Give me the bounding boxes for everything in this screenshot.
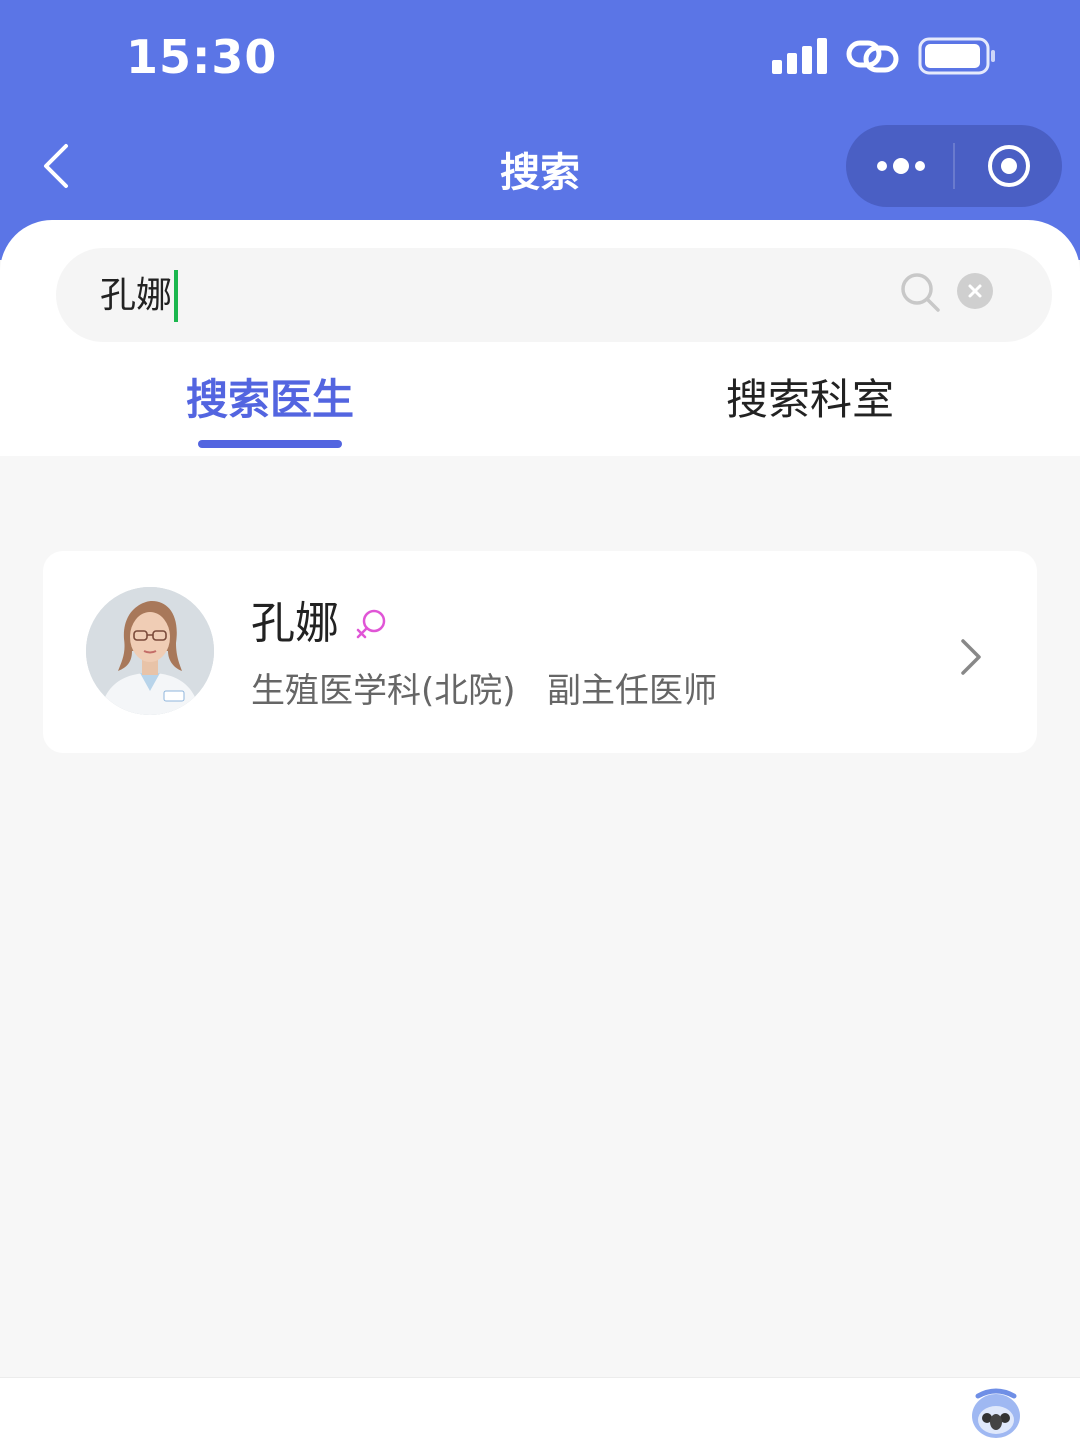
status-time: 15:30 [126, 30, 278, 84]
mascot-icon[interactable] [968, 1388, 1024, 1439]
tab-search-department[interactable]: 搜索科室 [726, 370, 894, 430]
text-caret [174, 270, 179, 322]
bottom-bar [0, 1377, 1080, 1439]
doctor-department: 生殖医学科(北院) [251, 671, 516, 711]
clear-icon[interactable] [956, 272, 994, 310]
battery-icon [918, 37, 995, 75]
search-icon[interactable] [898, 270, 942, 314]
doctor-title: 副主任医师 [547, 671, 717, 711]
search-panel: 孔娜 搜索医生 搜索科室 [0, 220, 1080, 456]
mini-program-capsule [846, 125, 1062, 207]
more-icon[interactable] [870, 147, 932, 185]
doctor-avatar [86, 587, 214, 715]
search-query: 孔娜 [100, 275, 173, 316]
active-tab-indicator [198, 440, 342, 448]
female-icon [356, 609, 386, 639]
signal-icon [772, 38, 827, 74]
link-icon [846, 40, 899, 73]
doctor-result-card[interactable]: 孔娜 生殖医学科(北院) 副主任医师 [43, 551, 1037, 753]
close-mini-program-icon[interactable] [984, 141, 1034, 191]
capsule-divider [953, 143, 955, 189]
search-input-text[interactable]: 孔娜 [100, 270, 179, 322]
doctor-name: 孔娜 [251, 598, 339, 649]
tab-search-doctor[interactable]: 搜索医生 [186, 370, 354, 430]
status-icons [772, 36, 998, 76]
search-input[interactable]: 孔娜 [56, 248, 1052, 342]
chevron-right-icon[interactable] [955, 635, 985, 679]
